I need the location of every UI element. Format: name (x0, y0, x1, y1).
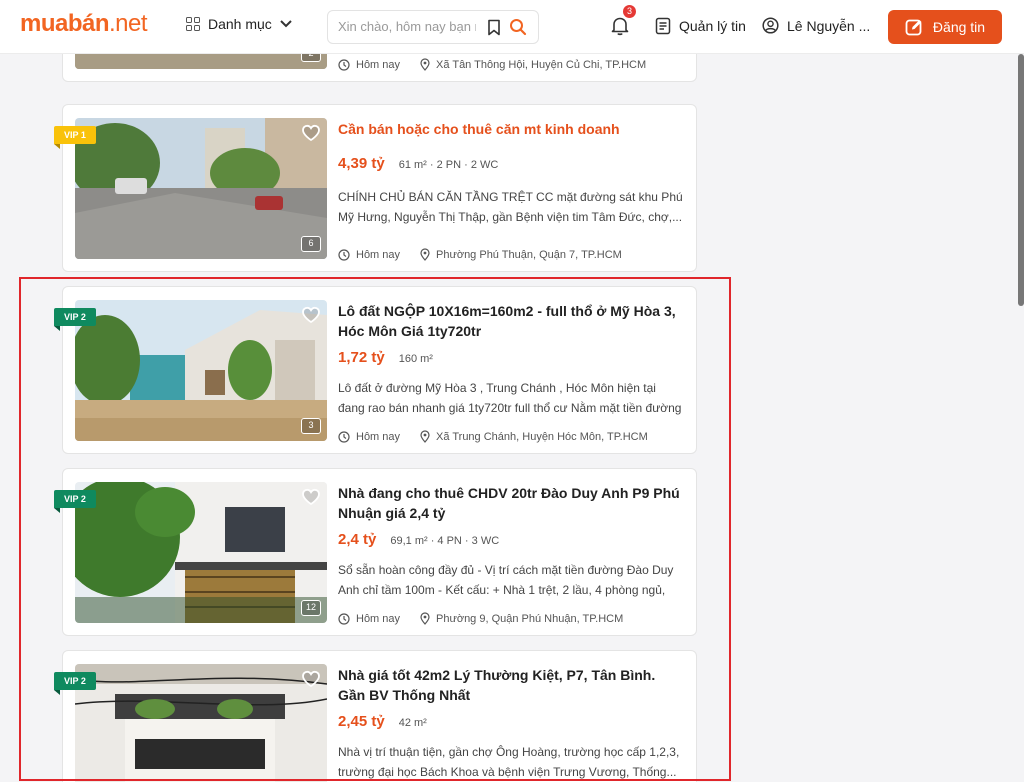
listing-photo[interactable]: 12 (75, 482, 327, 623)
photo-count: 12 (301, 600, 321, 616)
listing-specs: 160 m² (398, 353, 433, 365)
listing-title[interactable]: Lô đất NGỘP 10X16m=160m2 - full thổ ở Mỹ… (338, 301, 683, 341)
listing-location: Xã Tân Thông Hội, Huyện Củ Chi, TP.HCM (436, 58, 647, 71)
listing-card[interactable]: 12 Nhà đang cho thuê CHDV 20tr Đào Duy A… (62, 468, 697, 636)
listing-card[interactable]: 6 Cần bán hoặc cho thuê căn mt kinh doan… (62, 104, 697, 272)
vip-badge: VIP 1 (54, 126, 96, 149)
photo-count: 3 (301, 418, 321, 434)
notification-badge: 3 (623, 5, 636, 18)
listing-card[interactable]: 3 Lô đất NGỘP 10X16m=160m2 - full thổ ở … (62, 286, 697, 454)
listing-info: Lô đất NGỘP 10X16m=160m2 - full thổ ở Mỹ… (338, 301, 683, 418)
listing-photo[interactable]: 6 (75, 118, 327, 259)
category-label: Danh mục (208, 16, 272, 32)
listing-meta: Hôm nay Xã Trung Chánh, Huyện Hóc Môn, T… (338, 430, 648, 443)
listing-specs: 69,1 m² · 4 PN · 3 WC (390, 535, 500, 547)
location-pin-icon (420, 430, 430, 443)
listing-title[interactable]: Cần bán hoặc cho thuê căn mt kinh doanh (338, 119, 683, 139)
heart-icon[interactable] (301, 124, 321, 142)
listing-description: CHÍNH CHỦ BÁN CĂN TẦNG TRỆT CC mặt đường… (338, 190, 683, 224)
listing-time: Hôm nay (356, 430, 401, 443)
grid-icon (186, 17, 200, 31)
chevron-down-icon (280, 20, 292, 28)
listing-info: Cần bán hoặc cho thuê căn mt kinh doanh … (338, 119, 683, 227)
heart-icon[interactable] (301, 488, 321, 506)
listing-photo[interactable] (75, 664, 327, 782)
listing-card[interactable]: Nhà giá tốt 42m2 Lý Thường Kiệt, P7, Tân… (62, 650, 697, 782)
edit-icon (905, 19, 922, 36)
document-icon (655, 17, 671, 35)
listing-meta: Hôm nay Phường 9, Quận Phú Nhuận, TP.HCM (338, 612, 623, 625)
listing-description: Lô đất ở đường Mỹ Hòa 3 , Trung Chánh , … (338, 381, 682, 415)
vip-badge: VIP 2 (54, 490, 96, 513)
listing-price: 2,4 tỷ (338, 531, 377, 548)
listing-photo[interactable]: 3 (75, 300, 327, 441)
location-pin-icon (420, 58, 430, 71)
logo-suffix: .net (109, 10, 148, 37)
vip-badge: VIP 2 (54, 672, 96, 695)
listing-location: Phường 9, Quận Phú Nhuận, TP.HCM (436, 612, 624, 625)
search-box (327, 10, 539, 44)
logo-text: muabán (20, 10, 110, 37)
clock-icon (338, 430, 350, 443)
clock-icon (338, 612, 350, 625)
listing-price: 2,45 tỷ (338, 713, 385, 730)
location-pin-icon (420, 612, 430, 625)
site-logo[interactable]: muabán.net (20, 10, 148, 38)
notification-bell-icon[interactable] (611, 16, 629, 36)
manage-listings-link[interactable]: Quản lý tin (655, 17, 746, 35)
user-avatar-icon (762, 17, 779, 34)
listing-location: Phường Phú Thuận, Quận 7, TP.HCM (436, 248, 622, 261)
heart-icon[interactable] (301, 670, 321, 688)
top-header: muabán.net Danh mục 3 Quản lý tin Lê Ngu… (0, 0, 1024, 54)
listing-price: 4,39 tỷ (338, 155, 385, 172)
bookmark-icon[interactable] (487, 19, 501, 36)
listing-description: Sổ sẵn hoàn công đầy đủ - Vị trí cách mặ… (338, 563, 674, 597)
listing-meta: Hôm nay Xã Tân Thông Hội, Huyện Củ Chi, … (338, 58, 646, 71)
user-menu[interactable]: Lê Nguyễn ... (762, 17, 870, 34)
listing-specs: 42 m² (398, 717, 427, 729)
listing-meta: Hôm nay Phường Phú Thuận, Quận 7, TP.HCM (338, 248, 622, 261)
clock-icon (338, 58, 350, 71)
post-button-label: Đăng tin (932, 19, 986, 35)
listing-title[interactable]: Nhà đang cho thuê CHDV 20tr Đào Duy Anh … (338, 483, 683, 523)
listing-location: Xã Trung Chánh, Huyện Hóc Môn, TP.HCM (436, 430, 648, 443)
listing-time: Hôm nay (356, 612, 401, 625)
user-name: Lê Nguyễn ... (787, 17, 871, 34)
search-icon[interactable] (509, 18, 527, 36)
listing-info: Nhà đang cho thuê CHDV 20tr Đào Duy Anh … (338, 483, 683, 600)
listing-description: Nhà vị trí thuận tiện, gần chợ Ông Hoàng… (338, 745, 680, 779)
location-pin-icon (420, 248, 430, 261)
listing-time: Hôm nay (356, 248, 401, 261)
listing-price: 1,72 tỷ (338, 349, 385, 366)
listing-specs: 61 m² · 2 PN · 2 WC (398, 159, 499, 171)
post-listing-button[interactable]: Đăng tin (888, 10, 1002, 44)
listing-time: Hôm nay (356, 58, 401, 71)
listing-info: Nhà giá tốt 42m2 Lý Thường Kiệt, P7, Tân… (338, 665, 683, 782)
listing-title[interactable]: Nhà giá tốt 42m2 Lý Thường Kiệt, P7, Tân… (338, 665, 683, 705)
heart-icon[interactable] (301, 306, 321, 324)
category-menu[interactable]: Danh mục (186, 16, 292, 32)
scrollbar-thumb[interactable] (1018, 54, 1024, 306)
clock-icon (338, 248, 350, 261)
manage-label: Quản lý tin (679, 18, 746, 34)
vip-badge: VIP 2 (54, 308, 96, 331)
photo-count: 6 (301, 236, 321, 252)
search-input[interactable] (338, 19, 476, 34)
